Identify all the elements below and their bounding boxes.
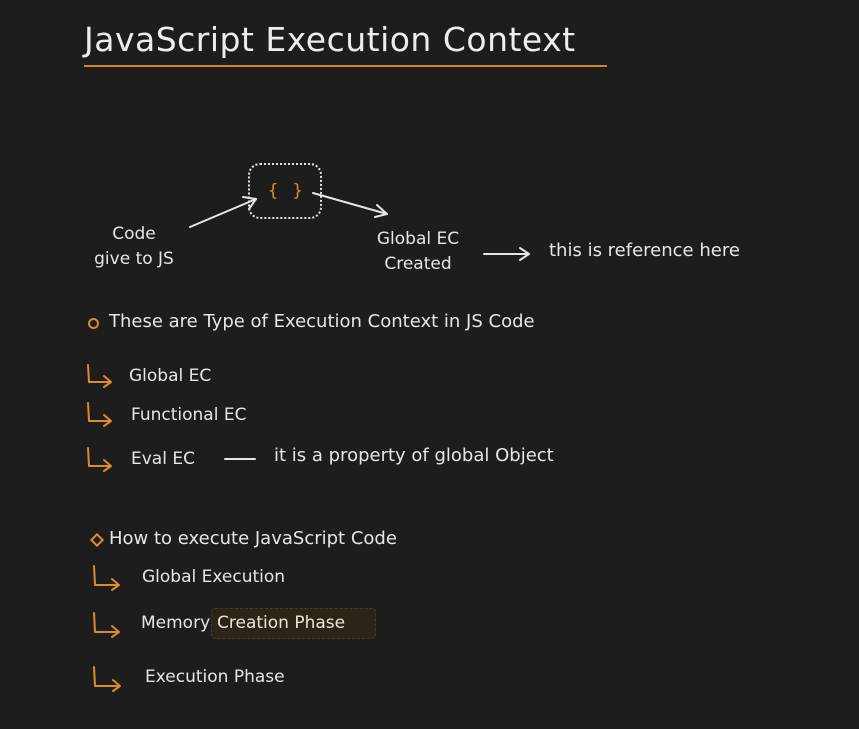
list-item-eval-ec: Eval EC [131, 449, 195, 469]
eval-ec-note: it is a property of global Object [274, 445, 554, 466]
creation-phase-text: Creation Phase [217, 613, 346, 633]
arrow-box-to-gec [312, 192, 388, 215]
global-ec-label: Global EC Created [368, 227, 468, 277]
whiteboard-canvas: JavaScript Execution Context {} Code gi… [0, 0, 859, 729]
list-item-global-ec: Global EC [129, 366, 212, 386]
global-ec-label-line1: Global EC [376, 229, 460, 249]
list-item-execution-phase: Execution Phase [145, 667, 285, 687]
curly-braces-icon: { } [268, 181, 305, 201]
code-label-line1: Code [112, 224, 156, 244]
reference-note: this is reference here [549, 240, 740, 261]
arrow-code-to-box [189, 198, 257, 228]
list-item-memory: Memory [141, 613, 211, 633]
list-item-global-execution: Global Execution [142, 567, 286, 587]
section1-heading: These are Type of Execution Context in J… [109, 311, 535, 332]
code-label-line2: give to JS [94, 249, 174, 269]
list-item-functional-ec: Functional EC [131, 405, 247, 425]
diagram-arrows [87, 192, 530, 692]
circle-bullet-icon [88, 318, 99, 329]
global-ec-label-line2: Created [384, 254, 452, 274]
code-label: Code give to JS [83, 222, 185, 272]
section2-heading: How to execute JavaScript Code [109, 528, 397, 549]
